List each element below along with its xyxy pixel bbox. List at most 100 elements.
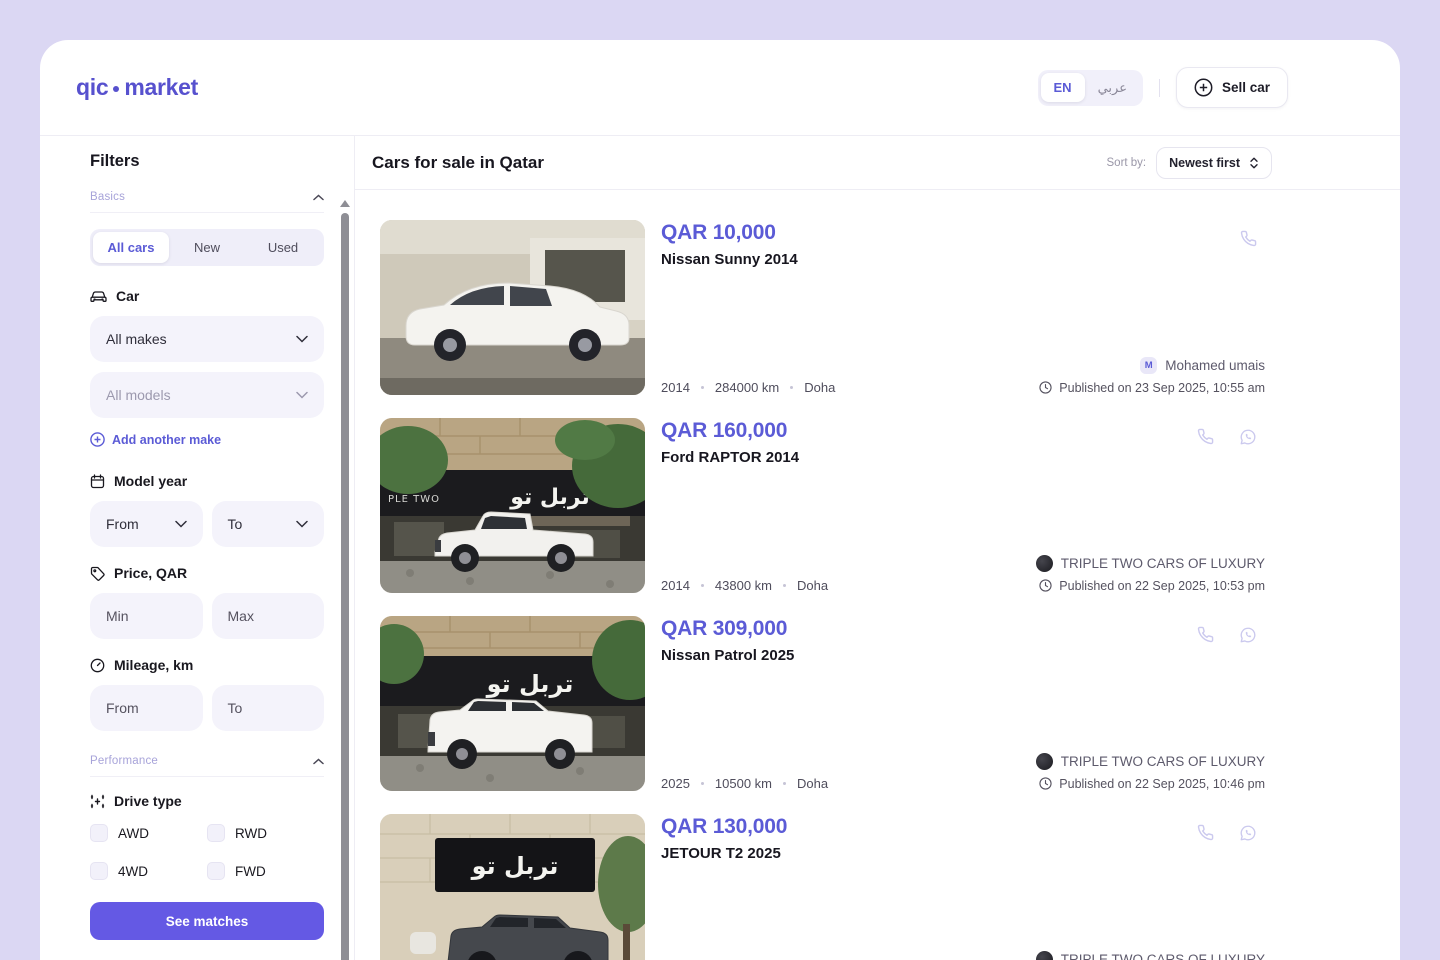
seller-name: Mohamed umais — [1165, 358, 1265, 373]
scroll-up-arrow-icon[interactable] — [340, 200, 350, 207]
app-card: qic market EN عربي Sell car Filters Basi… — [40, 40, 1400, 960]
phone-icon[interactable] — [1240, 230, 1257, 247]
price-min-input[interactable]: Min — [90, 593, 203, 639]
checkbox-label: 4WD — [118, 864, 148, 879]
seller-name: TRIPLE TWO CARS OF LUXURY — [1061, 952, 1265, 960]
model-year-range: From To — [90, 501, 324, 547]
header-actions: EN عربي Sell car — [1038, 67, 1289, 108]
listing-card[interactable]: QAR 10,000 Nissan Sunny 2014 2014 284000… — [380, 220, 1265, 395]
phone-icon[interactable] — [1197, 824, 1214, 841]
phone-icon[interactable] — [1197, 626, 1214, 643]
listing-title[interactable]: Ford RAPTOR 2014 — [661, 449, 799, 466]
sell-car-button[interactable]: Sell car — [1176, 67, 1288, 108]
lang-en-button[interactable]: EN — [1041, 73, 1085, 102]
listing-price[interactable]: QAR 130,000 — [661, 815, 787, 839]
whatsapp-icon[interactable] — [1239, 824, 1257, 842]
car-photo-sedan — [380, 220, 645, 395]
seller-link[interactable]: M Mohamed umais — [1140, 357, 1265, 374]
listing-photo[interactable] — [380, 220, 645, 395]
checkbox-awd[interactable]: AWD — [90, 824, 207, 842]
checkbox-fwd[interactable]: FWD — [207, 862, 324, 880]
makes-value: All makes — [106, 331, 167, 347]
performance-section-header[interactable]: Performance — [90, 755, 324, 777]
published-line: Published on 22 Sep 2025, 10:46 pm — [1039, 776, 1265, 791]
whatsapp-icon[interactable] — [1239, 626, 1257, 644]
checkbox-box[interactable] — [207, 862, 225, 880]
sort-by-label: Sort by: — [1107, 157, 1147, 169]
sort-select[interactable]: Newest first — [1156, 147, 1272, 179]
seller-link[interactable]: TRIPLE TWO CARS OF LUXURY — [1036, 555, 1265, 572]
basics-section-header[interactable]: Basics — [90, 191, 324, 213]
seller-link[interactable]: TRIPLE TWO CARS OF LUXURY — [1036, 951, 1265, 960]
drivetrain-icon — [90, 794, 105, 809]
sell-car-label: Sell car — [1222, 80, 1270, 95]
clock-icon — [1039, 777, 1052, 790]
tab-all-cars[interactable]: All cars — [93, 232, 169, 263]
sort-control: Sort by: Newest first — [1107, 147, 1273, 179]
listing-mileage: 10500 km — [715, 776, 772, 791]
listing-title[interactable]: Nissan Patrol 2025 — [661, 647, 794, 664]
lang-ar-button[interactable]: عربي — [1085, 73, 1140, 103]
mileage-to-input[interactable]: To — [212, 685, 325, 731]
listing-title[interactable]: JETOUR T2 2025 — [661, 845, 787, 862]
checkbox-box[interactable] — [207, 824, 225, 842]
checkbox-box[interactable] — [90, 824, 108, 842]
year-to-select[interactable]: To — [212, 501, 325, 547]
checkbox-label: RWD — [235, 826, 267, 841]
logo[interactable]: qic market — [76, 74, 198, 101]
listing-card[interactable]: PLE TWO تربل تو — [380, 418, 1265, 593]
phone-icon[interactable] — [1197, 428, 1214, 445]
models-select[interactable]: All models — [90, 372, 324, 418]
seller-block: TRIPLE TWO CARS OF LUXURY Published on 2… — [1036, 555, 1265, 593]
add-another-make-button[interactable]: Add another make — [90, 432, 324, 447]
mileage-range: From To — [90, 685, 324, 731]
clock-icon — [1039, 579, 1052, 592]
listing-photo[interactable]: تربل تو — [380, 814, 645, 960]
contact-icons — [1197, 617, 1265, 644]
seller-avatar — [1036, 951, 1053, 960]
year-from-select[interactable]: From — [90, 501, 203, 547]
plus-circle-icon — [1194, 78, 1213, 97]
checkbox-label: AWD — [118, 826, 149, 841]
storefront-sign-text: تربل تو — [471, 852, 559, 880]
listing-card[interactable]: تربل تو — [380, 814, 1265, 960]
listing-price[interactable]: QAR 309,000 — [661, 617, 794, 641]
scrollbar-thumb[interactable] — [341, 213, 349, 960]
listing-year: 2014 — [661, 380, 690, 395]
checkbox-rwd[interactable]: RWD — [207, 824, 324, 842]
mileage-from-input[interactable]: From — [90, 685, 203, 731]
add-another-make-label: Add another make — [112, 433, 221, 447]
sidebar-scrollbar[interactable] — [339, 200, 351, 960]
price-max-input[interactable]: Max — [212, 593, 325, 639]
listing-photo[interactable]: PLE TWO تربل تو — [380, 418, 645, 593]
seller-name: TRIPLE TWO CARS OF LUXURY — [1061, 556, 1265, 571]
listing-title[interactable]: Nissan Sunny 2014 — [661, 251, 798, 268]
listing-price[interactable]: QAR 160,000 — [661, 419, 799, 443]
listing-year: 2014 — [661, 578, 690, 593]
header: qic market EN عربي Sell car — [40, 40, 1400, 136]
chevron-down-icon — [175, 520, 187, 528]
drive-type-options: AWD RWD 4WD FWD — [90, 824, 324, 880]
models-value: All models — [106, 387, 171, 403]
listing-body: QAR 130,000 JETOUR T2 2025 — [661, 814, 1265, 960]
chevron-up-icon — [313, 758, 324, 765]
contact-icons — [1197, 419, 1265, 446]
seller-link[interactable]: TRIPLE TWO CARS OF LUXURY — [1036, 753, 1265, 770]
tab-used[interactable]: Used — [245, 232, 321, 263]
whatsapp-icon[interactable] — [1239, 428, 1257, 446]
car-photo-suv-white: تربل تو — [380, 616, 645, 791]
contact-icons — [1197, 815, 1265, 842]
see-matches-button[interactable]: See matches — [90, 902, 324, 940]
tab-new[interactable]: New — [169, 232, 245, 263]
listing-photo[interactable]: تربل تو — [380, 616, 645, 791]
listing-price[interactable]: QAR 10,000 — [661, 221, 798, 245]
seller-name: TRIPLE TWO CARS OF LUXURY — [1061, 754, 1265, 769]
listings-list: QAR 10,000 Nissan Sunny 2014 2014 284000… — [355, 190, 1400, 960]
makes-select[interactable]: All makes — [90, 316, 324, 362]
checkbox-box[interactable] — [90, 862, 108, 880]
listing-mileage: 284000 km — [715, 380, 779, 395]
checkbox-4wd[interactable]: 4WD — [90, 862, 207, 880]
car-icon — [90, 289, 107, 303]
price-field-label: Price, QAR — [90, 565, 324, 581]
listing-card[interactable]: تربل تو — [380, 616, 1265, 791]
